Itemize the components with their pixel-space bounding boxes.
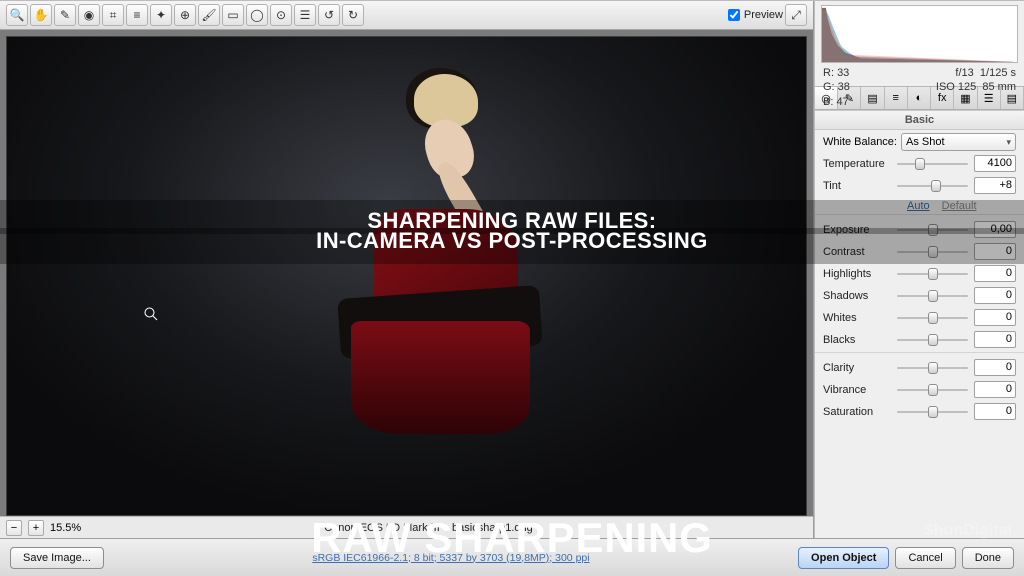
highlights-row: Highlights 0	[815, 264, 1024, 286]
exif-iso: ISO 125	[936, 81, 976, 93]
shadows-slider[interactable]	[897, 289, 968, 303]
basic-panel: Basic White Balance: As Shot ▾ Temperatu…	[815, 110, 1024, 538]
highlights-label: Highlights	[823, 268, 891, 280]
fullscreen-button[interactable]: ⤢	[785, 4, 807, 26]
adjust-brush-tool-button[interactable]: 🖌	[198, 4, 220, 26]
app-root: 🔍✋✎◉⌗≡✦⊕🖌▭◯⊙☰↺↻ Preview⤢	[0, 0, 1024, 576]
rotate-ccw-tool-button[interactable]: ↺	[318, 4, 340, 26]
exif-shutter: 1/125 s	[980, 67, 1016, 79]
exif-fstop: f/13	[955, 67, 973, 79]
rgb-r: 33	[837, 67, 849, 79]
clarity-label: Clarity	[823, 362, 891, 374]
overlay-title-line3: RAW SHARPENING	[0, 514, 1024, 562]
temperature-label: Temperature	[823, 158, 891, 170]
basic-section-title: Basic	[815, 110, 1024, 130]
rgb-g: 38	[838, 81, 850, 93]
white-balance-row: White Balance: As Shot ▾	[815, 130, 1024, 154]
grad-tool-button[interactable]: ▭	[222, 4, 244, 26]
watermark: ShunDigital	[923, 522, 1012, 540]
image-area: 🔍✋✎◉⌗≡✦⊕🖌▭◯⊙☰↺↻ Preview⤢	[0, 1, 814, 538]
temperature-slider[interactable]	[897, 157, 968, 171]
rotate-cw-tool-button[interactable]: ↻	[342, 4, 364, 26]
sample-tool-button[interactable]: ◉	[78, 4, 100, 26]
histogram-plot[interactable]	[821, 5, 1018, 63]
exif-readout: R: 33 G: 38 B: 47 f/13 1/125 s ISO 125 8…	[821, 63, 1018, 109]
eyedropper-tool-button[interactable]: ✎	[54, 4, 76, 26]
clarity-row: Clarity 0	[815, 358, 1024, 380]
blacks-row: Blacks 0	[815, 330, 1024, 352]
zoom-tool-button[interactable]: 🔍	[6, 4, 28, 26]
target-tool-button[interactable]: ⊙	[270, 4, 292, 26]
saturation-value[interactable]: 0	[974, 403, 1016, 420]
whites-row: Whites 0	[815, 308, 1024, 330]
vibrance-label: Vibrance	[823, 384, 891, 396]
tint-row: Tint +8	[815, 176, 1024, 198]
histogram-panel: R: 33 G: 38 B: 47 f/13 1/125 s ISO 125 8…	[815, 1, 1024, 87]
saturation-row: Saturation 0	[815, 402, 1024, 424]
whites-slider[interactable]	[897, 311, 968, 325]
vibrance-slider[interactable]	[897, 383, 968, 397]
whites-value[interactable]: 0	[974, 309, 1016, 326]
zoom-cursor-icon	[142, 305, 160, 323]
spot-tool-button[interactable]: ✦	[150, 4, 172, 26]
shadows-row: Shadows 0	[815, 286, 1024, 308]
blacks-label: Blacks	[823, 334, 891, 346]
prefs-tool-button[interactable]: ☰	[294, 4, 316, 26]
tint-label: Tint	[823, 180, 891, 192]
whites-label: Whites	[823, 312, 891, 324]
saturation-slider[interactable]	[897, 405, 968, 419]
shadows-label: Shadows	[823, 290, 891, 302]
straighten-tool-button[interactable]: ≡	[126, 4, 148, 26]
temperature-row: Temperature 4100	[815, 154, 1024, 176]
saturation-label: Saturation	[823, 406, 891, 418]
redeye-tool-button[interactable]: ⊕	[174, 4, 196, 26]
radial-tool-button[interactable]: ◯	[246, 4, 268, 26]
hand-tool-button[interactable]: ✋	[30, 4, 52, 26]
crop-tool-button[interactable]: ⌗	[102, 4, 124, 26]
subject-skirt	[351, 321, 530, 433]
highlights-slider[interactable]	[897, 267, 968, 281]
preview-checkbox[interactable]: Preview	[728, 9, 783, 21]
right-panel: R: 33 G: 38 B: 47 f/13 1/125 s ISO 125 8…	[814, 1, 1024, 538]
tint-slider[interactable]	[897, 179, 968, 193]
shadows-value[interactable]: 0	[974, 287, 1016, 304]
clarity-slider[interactable]	[897, 361, 968, 375]
image-canvas[interactable]	[6, 36, 807, 516]
chevron-down-icon: ▾	[1006, 137, 1011, 148]
temperature-value[interactable]: 4100	[974, 155, 1016, 172]
canvas-wrap	[0, 30, 813, 516]
vibrance-value[interactable]: 0	[974, 381, 1016, 398]
clarity-value[interactable]: 0	[974, 359, 1016, 376]
white-balance-select[interactable]: As Shot ▾	[901, 133, 1016, 151]
exif-focal: 85 mm	[982, 81, 1016, 93]
top-toolbar: 🔍✋✎◉⌗≡✦⊕🖌▭◯⊙☰↺↻ Preview⤢	[0, 1, 813, 30]
main-row: 🔍✋✎◉⌗≡✦⊕🖌▭◯⊙☰↺↻ Preview⤢	[0, 1, 1024, 538]
overlay-title-line2: IN-CAMERA VS POST-PROCESSING	[0, 228, 1024, 264]
tint-value[interactable]: +8	[974, 177, 1016, 194]
blacks-slider[interactable]	[897, 333, 968, 347]
vibrance-row: Vibrance 0	[815, 380, 1024, 402]
highlights-value[interactable]: 0	[974, 265, 1016, 282]
rgb-b: 47	[836, 96, 848, 108]
blacks-value[interactable]: 0	[974, 331, 1016, 348]
white-balance-value: As Shot	[906, 136, 945, 148]
white-balance-label: White Balance:	[823, 136, 897, 148]
